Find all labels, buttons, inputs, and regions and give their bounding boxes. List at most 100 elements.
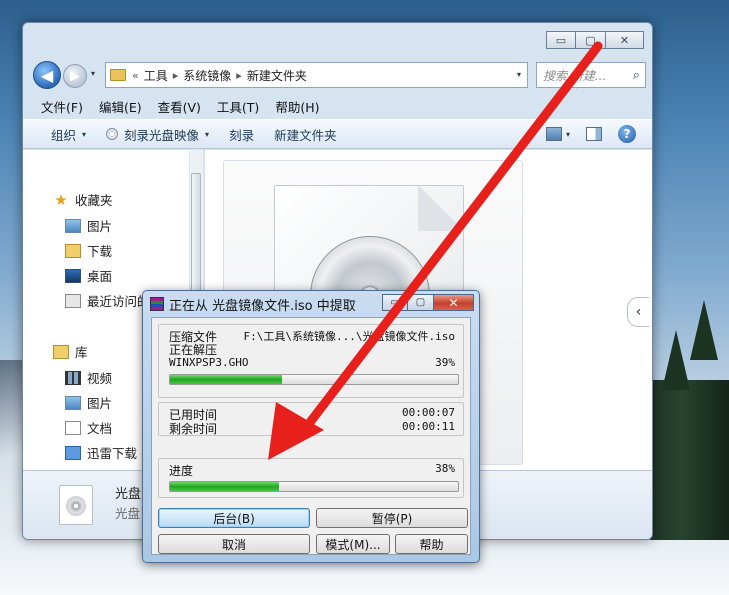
window-controls: ▭ ▢ ✕ xyxy=(546,31,644,49)
nav-item-downloads[interactable]: 下载 xyxy=(65,241,112,260)
file-progress-bar xyxy=(169,374,459,385)
pause-button[interactable]: 暂停(P) xyxy=(316,508,468,528)
help-button[interactable]: 帮助 xyxy=(395,534,468,554)
nav-item-label: 图片 xyxy=(87,396,113,411)
extract-progress-dialog: 正在从 光盘镜像文件.iso 中提取 ▭ ▢ ✕ 压缩文件 F:\工具\系统镜像… xyxy=(142,290,480,563)
nav-item-desktop[interactable]: 桌面 xyxy=(65,266,112,285)
nav-item-videos[interactable]: 视频 xyxy=(65,368,112,387)
menu-view[interactable]: 查看(V) xyxy=(158,97,201,116)
nav-libraries[interactable]: 库 xyxy=(53,342,88,361)
details-file-name: 光盘 xyxy=(115,487,142,502)
pictures-icon xyxy=(65,218,81,233)
menu-tools[interactable]: 工具(T) xyxy=(217,97,259,116)
videos-icon xyxy=(65,370,81,385)
breadcrumb-separator[interactable]: ▸ xyxy=(173,69,179,82)
mode-button[interactable]: 模式(M)... xyxy=(316,534,390,554)
command-bar-right: ▾ ? xyxy=(545,125,636,143)
nav-favorites-label: 收藏夹 xyxy=(75,193,113,208)
nav-item-thunder-downloads[interactable]: 迅雷下载 xyxy=(65,443,137,462)
burn-button[interactable]: 刻录 xyxy=(229,125,254,144)
pictures-icon xyxy=(65,395,81,410)
search-input[interactable]: 搜索 新建... ⌕ xyxy=(536,62,646,88)
chevron-left-icon[interactable]: ‹ xyxy=(627,297,649,327)
thunder-download-icon xyxy=(65,445,81,460)
nav-item-label: 下载 xyxy=(87,244,113,259)
total-percent: 38% xyxy=(435,462,455,475)
page-fold-icon xyxy=(418,185,464,231)
address-bar[interactable]: « 工具 ▸ 系统镜像 ▸ 新建文件夹 ▾ ↻ xyxy=(105,62,595,90)
nav-item-label: 文档 xyxy=(87,421,113,436)
menu-file[interactable]: 文件(F) xyxy=(41,97,83,116)
menu-help[interactable]: 帮助(H) xyxy=(275,97,319,116)
breadcrumb-system-image[interactable]: 系统镜像 xyxy=(183,67,231,84)
new-folder-label: 新建文件夹 xyxy=(274,127,337,143)
dialog-close-button[interactable]: ✕ xyxy=(434,294,474,311)
forward-arrow-icon: ▶ xyxy=(70,68,80,84)
disc-icon xyxy=(106,128,119,140)
nav-item-label: 桌面 xyxy=(87,269,113,284)
back-button[interactable]: ◀ xyxy=(33,61,61,89)
change-view-button[interactable]: ▾ xyxy=(545,127,570,141)
desktop-pine-tree xyxy=(690,300,718,360)
view-icon xyxy=(545,127,562,141)
library-icon xyxy=(53,344,69,359)
remaining-time: 00:00:11 xyxy=(402,420,455,433)
downloads-icon xyxy=(65,243,81,258)
minimize-button[interactable]: ▭ xyxy=(546,31,576,49)
address-dropdown[interactable]: ▾ xyxy=(517,70,521,79)
dialog-maximize-button[interactable]: ▢ xyxy=(408,294,434,311)
nav-libraries-label: 库 xyxy=(75,345,88,360)
remaining-row: 剩余时间 00:00:11 xyxy=(169,420,455,437)
nav-item-label: 视频 xyxy=(87,371,113,386)
chevron-down-icon: ▾ xyxy=(565,129,570,139)
dialog-controls: ▭ ▢ ✕ xyxy=(382,294,474,311)
dialog-minimize-button[interactable]: ▭ xyxy=(382,294,408,311)
file-percent: 39% xyxy=(435,356,455,369)
new-folder-button[interactable]: 新建文件夹 xyxy=(274,125,337,144)
nav-item-documents[interactable]: 文档 xyxy=(65,418,112,437)
breadcrumb-tools[interactable]: 工具 xyxy=(144,67,168,84)
nav-item-library-pictures[interactable]: 图片 xyxy=(65,393,112,412)
menu-edit[interactable]: 编辑(E) xyxy=(99,97,142,116)
burn-image-label: 刻录光盘映像 xyxy=(124,127,200,143)
breadcrumb-separator[interactable]: ▸ xyxy=(236,69,242,82)
search-icon: ⌕ xyxy=(632,68,640,83)
winrar-icon xyxy=(150,297,164,311)
current-file-name: WINXPSP3.GHO xyxy=(169,356,249,369)
total-progress-fill xyxy=(170,482,280,491)
maximize-button[interactable]: ▢ xyxy=(576,31,606,49)
disc-file-icon xyxy=(59,485,93,525)
organize-button[interactable]: 组织 ▾ xyxy=(51,125,86,144)
folder-icon xyxy=(110,69,126,81)
recent-pages-dropdown[interactable]: ▾ xyxy=(91,69,95,78)
progress-label: 进度 xyxy=(169,464,194,478)
dialog-title: 正在从 光盘镜像文件.iso 中提取 xyxy=(169,299,356,314)
recent-places-icon xyxy=(65,293,81,308)
nav-item-pictures[interactable]: 图片 xyxy=(65,216,112,235)
archive-group: 压缩文件 F:\工具\系统镜像...\光盘镜像文件.iso 正在解压 WINXP… xyxy=(158,324,464,398)
file-progress-fill xyxy=(170,375,283,384)
desktop-icon xyxy=(65,268,81,283)
nav-favorites[interactable]: ★ 收藏夹 xyxy=(53,190,113,209)
preview-pane-icon[interactable] xyxy=(586,127,602,141)
help-icon[interactable]: ? xyxy=(618,125,636,143)
nav-item-label: 图片 xyxy=(87,219,113,234)
chevron-down-icon: ▾ xyxy=(205,129,210,139)
total-progress-bar xyxy=(169,481,459,492)
close-button[interactable]: ✕ xyxy=(606,31,644,49)
desktop-pine-tree xyxy=(662,330,690,390)
chevron-down-icon: ▾ xyxy=(82,129,87,139)
breadcrumb-new-folder[interactable]: 新建文件夹 xyxy=(247,67,307,84)
forward-button[interactable]: ▶ xyxy=(63,64,87,88)
search-placeholder: 搜索 新建... xyxy=(543,68,607,83)
progress-row: 进度 38% xyxy=(169,462,455,479)
breadcrumb-overflow[interactable]: « xyxy=(132,69,139,82)
cancel-button[interactable]: 取消 xyxy=(158,534,310,554)
burn-label: 刻录 xyxy=(229,127,255,143)
background-button[interactable]: 后台(B) xyxy=(158,508,310,528)
burn-image-button[interactable]: 刻录光盘映像 ▾ xyxy=(106,125,209,144)
back-arrow-icon: ◀ xyxy=(40,65,54,85)
star-icon: ★ xyxy=(54,190,68,209)
total-progress-group: 进度 38% xyxy=(158,458,464,498)
details-file-type: 光盘 xyxy=(115,506,141,521)
